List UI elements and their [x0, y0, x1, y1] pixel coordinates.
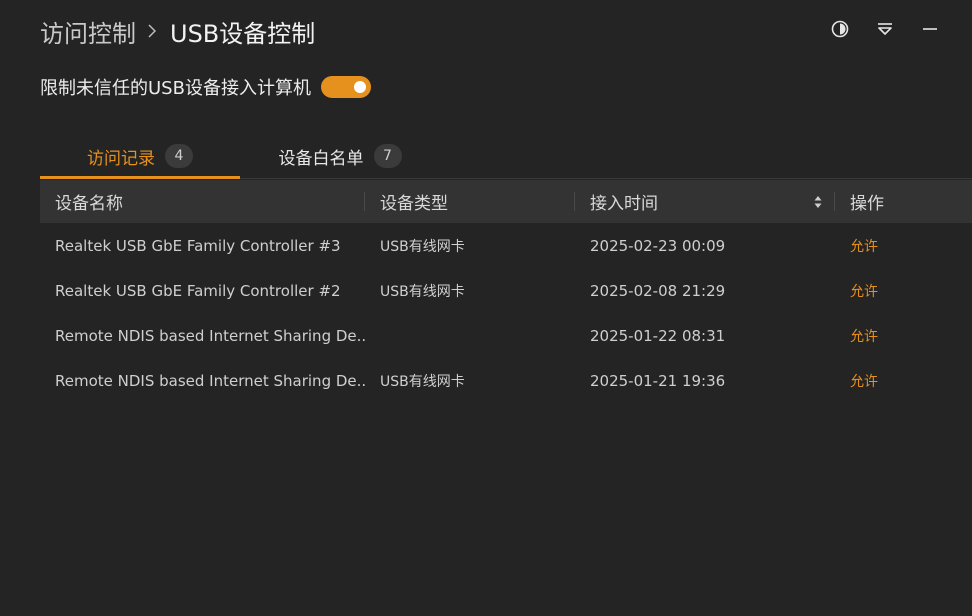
tab-bar: 访问记录 4 设备白名单 7: [40, 134, 972, 179]
dropdown-icon: [877, 23, 892, 35]
header-label: 操作: [850, 194, 884, 214]
allow-link[interactable]: 允许: [850, 284, 878, 300]
restrict-usb-label: 限制未信任的USB设备接入计算机: [40, 78, 311, 99]
header-access-time[interactable]: 接入时间: [575, 180, 835, 223]
device-name: Remote NDIS based Internet Sharing De...: [55, 326, 365, 345]
tab-label: 设备白名单: [278, 148, 364, 169]
allow-link[interactable]: 允许: [850, 239, 878, 255]
access-records-table: 设备名称 设备类型 接入时间 操作 Realtek USB GbE Family…: [40, 180, 972, 403]
device-type: USB有线网卡: [380, 283, 465, 300]
usb-device-control-window: 访问控制 USB设备控制 限制未信任的USB设备接入计算机 访问记录 4 设备白…: [0, 0, 972, 616]
breadcrumb-parent[interactable]: 访问控制: [40, 14, 136, 49]
header-device-name: 设备名称: [40, 180, 365, 223]
header-action: 操作: [835, 180, 972, 223]
access-time: 2025-01-22 08:31: [590, 326, 726, 345]
minimize-button[interactable]: [907, 14, 952, 44]
table-row[interactable]: Remote NDIS based Internet Sharing De...…: [40, 358, 972, 403]
allow-link[interactable]: 允许: [850, 329, 878, 345]
count-badge: 4: [165, 144, 193, 168]
restrict-usb-toggle[interactable]: [320, 76, 371, 98]
table-header: 设备名称 设备类型 接入时间 操作: [40, 180, 972, 223]
device-type: USB有线网卡: [380, 238, 465, 255]
header-label: 接入时间: [590, 194, 658, 214]
header-label: 设备类型: [380, 194, 448, 214]
menu-dropdown-button[interactable]: [862, 14, 907, 44]
count-badge: 7: [373, 144, 402, 168]
device-name: Realtek USB GbE Family Controller #3: [55, 236, 341, 255]
allow-link[interactable]: 允许: [850, 374, 878, 390]
table-row[interactable]: Realtek USB GbE Family Controller #3 USB…: [40, 223, 972, 268]
table-row[interactable]: Remote NDIS based Internet Sharing De...…: [40, 313, 972, 358]
sort-icon[interactable]: [813, 194, 823, 210]
device-name: Realtek USB GbE Family Controller #2: [55, 281, 341, 300]
restrict-usb-setting: 限制未信任的USB设备接入计算机: [40, 72, 371, 102]
theme-toggle-button[interactable]: [817, 14, 862, 44]
chevron-right-icon: [148, 23, 158, 39]
device-name: Remote NDIS based Internet Sharing De...: [55, 371, 365, 390]
breadcrumb: 访问控制 USB设备控制: [40, 12, 315, 50]
access-time: 2025-02-08 21:29: [590, 281, 726, 300]
access-time: 2025-01-21 19:36: [590, 371, 726, 390]
toggle-knob: [353, 81, 366, 93]
device-type: USB有线网卡: [380, 373, 465, 390]
half-circle-icon: [831, 20, 848, 38]
table-row[interactable]: Realtek USB GbE Family Controller #2 USB…: [40, 268, 972, 313]
header-label: 设备名称: [55, 194, 123, 214]
window-controls: [817, 14, 952, 44]
page-title: USB设备控制: [170, 19, 316, 48]
minimize-icon: [922, 28, 937, 30]
tab-access-records[interactable]: 访问记录 4: [40, 134, 240, 179]
tab-label: 访问记录: [87, 148, 155, 169]
header-device-type: 设备类型: [365, 180, 575, 223]
access-time: 2025-02-23 00:09: [590, 236, 726, 255]
table-body: Realtek USB GbE Family Controller #3 USB…: [40, 223, 972, 403]
tab-device-whitelist[interactable]: 设备白名单 7: [240, 134, 440, 178]
